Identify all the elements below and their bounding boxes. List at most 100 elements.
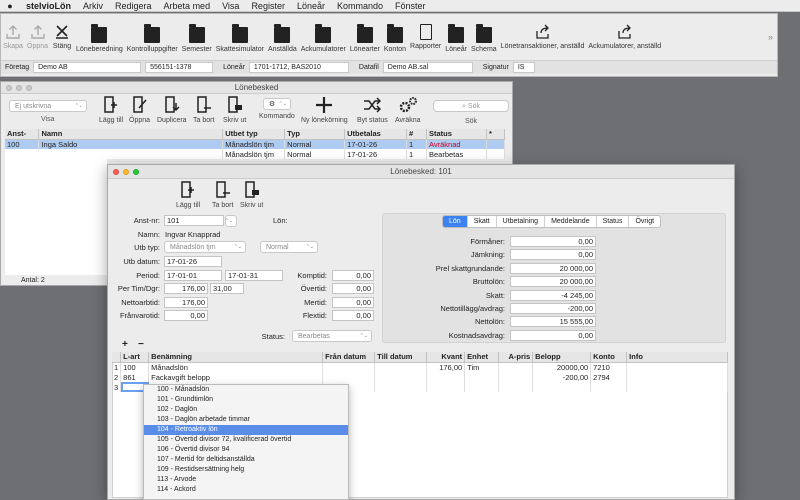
remove-line-button[interactable]: − [138,339,144,350]
period-from-field[interactable]: 17-01-01 [164,270,222,281]
tab-utbetalning[interactable]: Utbetalning [497,216,546,227]
col-anst[interactable]: Anst- [5,129,40,140]
komptid-field[interactable]: 0,00 [332,270,374,281]
col-star[interactable]: * [486,129,506,140]
toolbar-kontrolluppgifter-button[interactable]: Kontrolluppgifter [125,24,180,60]
line-row[interactable]: 1 100 Månadslön 176,00 Tim 20000,00 7210 [112,362,728,372]
lart-menu-item[interactable]: 113 - Arvode [144,475,348,485]
toolbar-stang-button[interactable]: Stäng [50,24,74,60]
pertim-field[interactable]: 176,00 [164,283,208,294]
list-avrakna-button[interactable]: Avräkna [395,96,421,124]
utbdatum-field[interactable]: 17-01-26 [164,256,222,267]
menu-register[interactable]: Register [245,0,291,12]
menu-fonster[interactable]: Fönster [389,0,432,12]
zoom-dot-icon[interactable] [133,169,139,175]
tab-ovrigt[interactable]: Övrigt [629,216,660,227]
list-ta-bort-button[interactable]: Ta bort [193,96,214,124]
menu-kommando[interactable]: Kommando [331,0,389,12]
toolbar-lonear-button[interactable]: Löneår [443,24,469,60]
lart-menu-item[interactable]: 103 - Daglön arbetade timmar [144,415,348,425]
line-row[interactable]: 2 861 Fackavgift belopp -200,00 2794 [112,372,728,382]
list-lagg-till-button[interactable]: Lägg till [99,96,123,124]
detail-lagg-till-button[interactable]: Lägg till [176,181,200,209]
minimize-dot-icon[interactable] [16,85,22,91]
col-status[interactable]: Status [426,129,487,140]
lart-menu-item[interactable]: 106 - Övertid divisor 94 [144,445,348,455]
col-nr[interactable]: # [406,129,427,140]
col-utbetalas[interactable]: Utbetalas [344,129,408,140]
flextid-field[interactable]: 0,00 [332,310,374,321]
list-kommando-button[interactable]: ⚙ Kommando [259,98,295,120]
menu-app-name[interactable]: stelvioLön [20,0,77,12]
close-dot-icon[interactable] [6,85,12,91]
col-info[interactable]: Info [626,352,728,363]
menu-lonear[interactable]: Löneår [291,0,331,12]
col-apris[interactable]: A-pris [498,352,534,363]
toolbar-rapporter-button[interactable]: Rapporter [408,24,443,60]
col-namn[interactable]: Namn [38,129,224,140]
col-benamning[interactable]: Benämning [148,352,324,363]
col-kvant[interactable]: Kvant [426,352,466,363]
nettoarb-field[interactable]: 176,00 [164,297,208,308]
col-typ[interactable]: Typ [284,129,346,140]
toolbar-schema-button[interactable]: Schema [469,24,499,60]
toolbar-konton-button[interactable]: Konton [382,24,408,60]
lart-menu-item[interactable]: 107 - Mertid för deltidsanställda [144,455,348,465]
lart-menu-item[interactable]: 102 - Daglön [144,405,348,415]
lart-menu-item[interactable]: 100 - Månadslön [144,385,348,395]
zoom-dot-icon[interactable] [26,85,32,91]
toolbar-anstallda-button[interactable]: Anställda [266,24,299,60]
list-skriv-ut-button[interactable]: Skriv ut [223,96,246,124]
overtid-field[interactable]: 0,00 [332,283,374,294]
list-oppna-button[interactable]: Öppna [129,96,150,124]
lart-menu-item[interactable]: 109 - Restidsersättning helg [144,465,348,475]
toolbar-ackumulatorer-button[interactable]: Ackumulatorer [299,24,348,60]
tab-meddelande[interactable]: Meddelande [545,216,597,227]
toolbar-overflow-icon[interactable]: » [768,32,773,42]
menu-visa[interactable]: Visa [216,0,245,12]
toolbar-lonetransaktioner-button[interactable]: Lönetransaktioner, anställd [499,24,587,60]
typ-select[interactable]: Normal [260,241,318,253]
col-utbet-typ[interactable]: Utbet typ [222,129,286,140]
tab-skatt[interactable]: Skatt [468,216,497,227]
lart-menu-item[interactable]: 104 - Retroaktiv lön [144,425,348,435]
lart-menu-item[interactable]: 105 - Övertid divisor 72, kvalificerad ö… [144,435,348,445]
filter-select[interactable]: Ej utskrivna [9,100,87,112]
list-byt-status-button[interactable]: Byt status [357,96,388,124]
list-search-input[interactable]: ⌕ Sök [433,100,509,112]
toolbar-loneberedning-button[interactable]: Löneberedning [74,24,125,60]
toolbar-lonearter-button[interactable]: Lönearter [348,24,382,60]
add-line-button[interactable]: + [122,339,128,350]
anstnr-dropdown[interactable] [225,215,237,227]
tab-lon[interactable]: Lön [443,216,468,227]
detail-ta-bort-button[interactable]: Ta bort [212,181,233,209]
period-to-field[interactable]: 17-01-31 [225,270,283,281]
toolbar-oppna-button[interactable]: Öppna [25,24,50,60]
col-belopp[interactable]: Belopp [532,352,592,363]
col-enhet[interactable]: Enhet [464,352,500,363]
toolbar-skapa-button[interactable]: Skapa [1,24,25,60]
col-fran-datum[interactable]: Från datum [322,352,376,363]
tab-status[interactable]: Status [597,216,630,227]
detail-skriv-ut-button[interactable]: Skriv ut [240,181,263,209]
table-row[interactable]: 100 Inga Saldo Månadslön tjm Normal 17-0… [5,139,506,149]
lart-menu-item[interactable]: 114 - Ackord [144,485,348,495]
lart-menu-item[interactable]: 101 - Grundtimlön [144,395,348,405]
menu-arbeta-med[interactable]: Arbeta med [158,0,217,12]
close-dot-icon[interactable] [113,169,119,175]
col-till-datum[interactable]: Till datum [374,352,428,363]
perdgr-field[interactable]: 31,00 [210,283,244,294]
menu-arkiv[interactable]: Arkiv [77,0,109,12]
franvaro-field[interactable]: 0,00 [164,310,208,321]
status-select[interactable]: Bearbetas [292,330,372,342]
anstnr-field[interactable]: 101 [164,215,224,226]
menu-redigera[interactable]: Redigera [109,0,158,12]
col-lart[interactable]: L-art [120,352,150,363]
toolbar-skattesimulator-button[interactable]: Skattesimulator [214,24,266,60]
apple-icon[interactable]: ● [0,0,20,12]
toolbar-ackumulatorer-anstalld-button[interactable]: Ackumulatorer, anställd [586,24,663,60]
col-konto[interactable]: Konto [590,352,628,363]
list-duplicera-button[interactable]: Duplicera [157,96,187,124]
mertid-field[interactable]: 0,00 [332,297,374,308]
minimize-dot-icon[interactable] [123,169,129,175]
